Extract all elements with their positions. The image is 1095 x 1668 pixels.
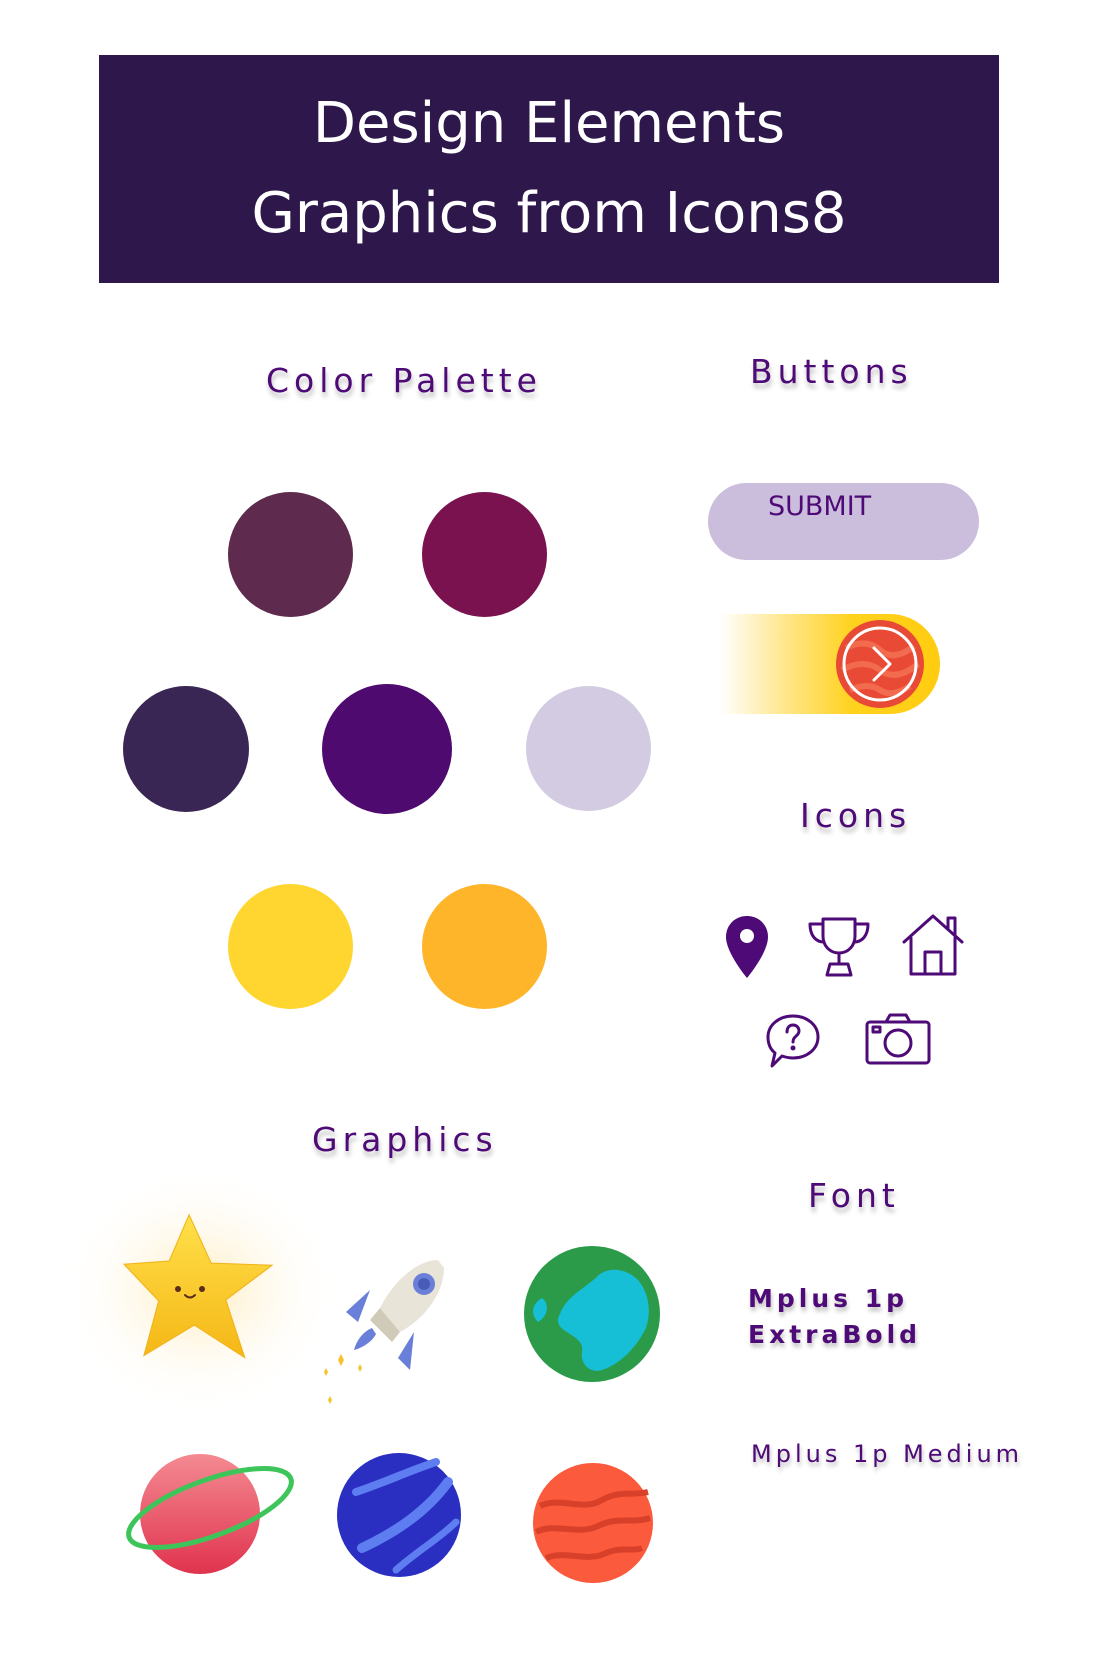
font-sample-extrabold: Mplus 1p ExtraBold (748, 1284, 922, 1349)
swatch-orange (422, 884, 547, 1009)
header-banner: Design Elements Graphics from Icons8 (99, 55, 999, 283)
icons-title: Icons (800, 796, 912, 835)
map-pin-icon[interactable] (724, 914, 770, 980)
font-sample-medium: Mplus 1p Medium (751, 1440, 1024, 1468)
color-palette-title: Color Palette (266, 361, 542, 400)
chevron-right-icon (836, 620, 924, 708)
blue-planet-graphic (337, 1453, 461, 1577)
swatch-yellow (228, 884, 353, 1009)
help-speech-bubble-icon[interactable] (764, 1012, 822, 1070)
star-graphic (60, 1165, 340, 1415)
ringed-planet-graphic (126, 1454, 294, 1574)
graphics-title: Graphics (312, 1120, 498, 1159)
font-title: Font (808, 1176, 900, 1215)
red-planet-graphic (533, 1463, 653, 1583)
earth-graphic (524, 1246, 660, 1382)
buttons-title: Buttons (750, 352, 913, 391)
trophy-icon[interactable] (806, 916, 872, 978)
header-title-line-1: Design Elements (312, 91, 786, 156)
swatch-deep-purple (322, 684, 452, 814)
submit-button-label: SUBMIT (768, 491, 872, 522)
swatch-dark-indigo (123, 686, 249, 812)
swatch-burgundy (422, 492, 547, 617)
home-icon[interactable] (900, 912, 966, 978)
submit-button[interactable]: SUBMIT (708, 483, 979, 560)
swatch-plum (228, 492, 353, 617)
rocket-graphic (324, 1260, 444, 1404)
camera-icon[interactable] (864, 1012, 932, 1066)
swatch-lavender (526, 686, 651, 811)
header-title-line-2: Graphics from Icons8 (251, 181, 847, 246)
slide-to-continue-button[interactable] (720, 614, 940, 714)
